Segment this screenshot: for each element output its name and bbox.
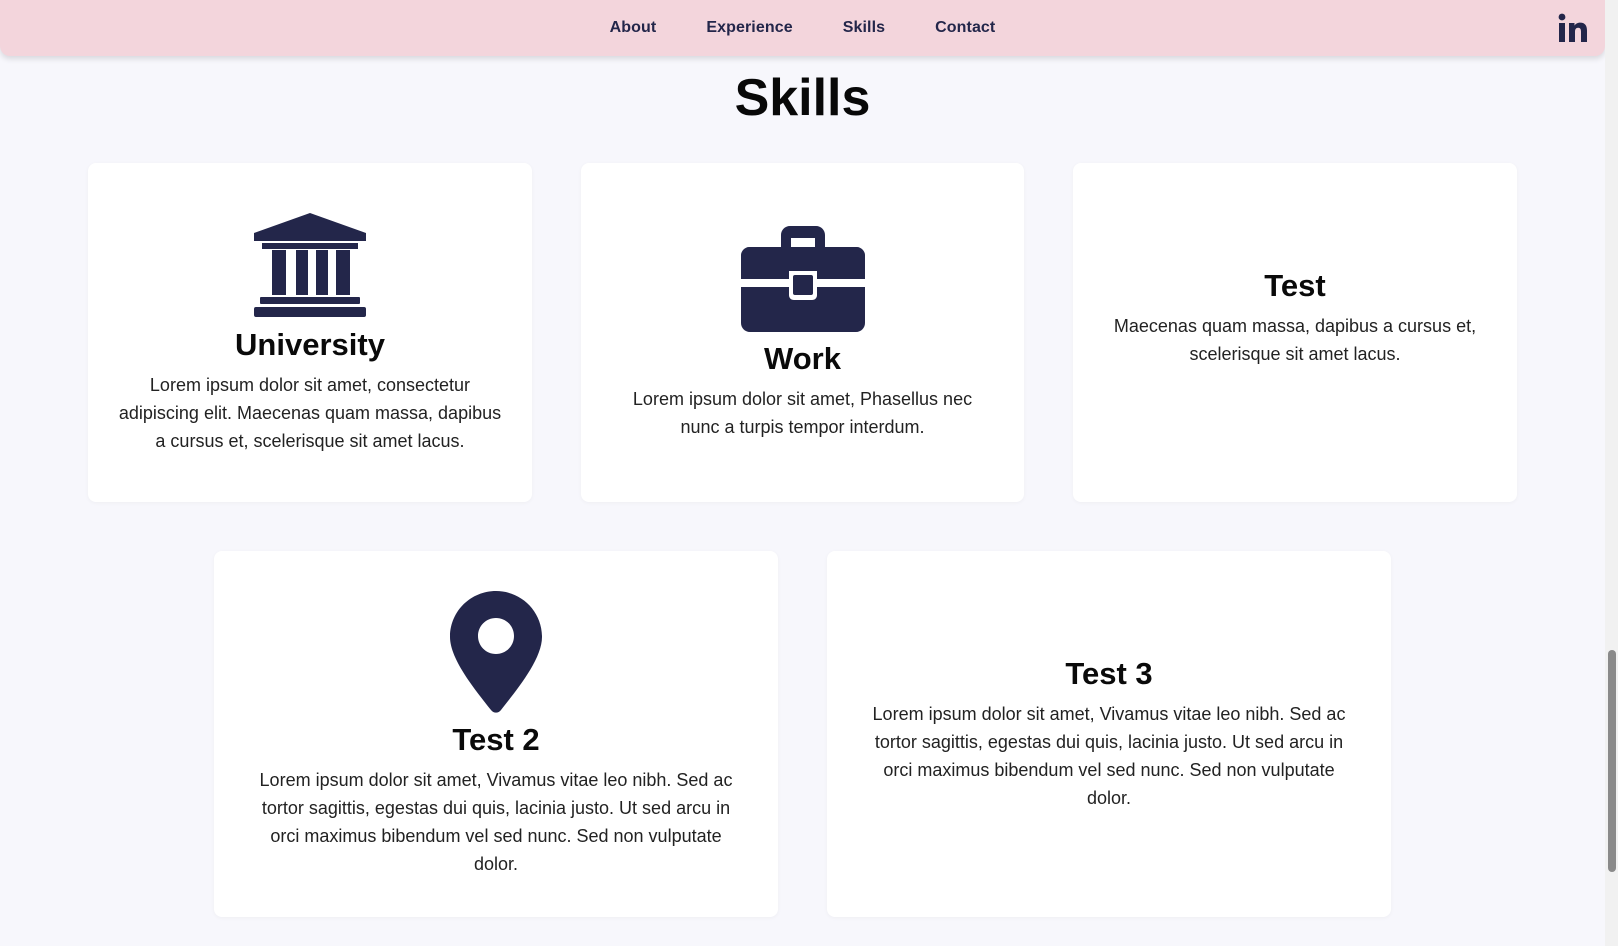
section-title: Skills — [734, 69, 871, 127]
nav-link-experience[interactable]: Experience — [706, 19, 792, 37]
card-title: Test 2 — [452, 722, 540, 757]
card-title: Work — [764, 340, 841, 376]
skill-card-test: Test Maecenas quam massa, dapibus a curs… — [1073, 163, 1517, 502]
vertical-scrollbar[interactable] — [1605, 0, 1618, 946]
nav-link-about[interactable]: About — [610, 19, 657, 37]
card-text: Maecenas quam massa, dapibus a cursus et… — [1113, 315, 1477, 364]
skill-card-test-3: Test 3 Lorem ipsum dolor sit amet, Vivam… — [827, 551, 1391, 917]
skill-card-test-2: Test 2 Lorem ipsum dolor sit amet, Vivam… — [214, 551, 778, 917]
nav-link-skills[interactable]: Skills — [843, 19, 885, 37]
bank-icon — [254, 212, 366, 317]
nav-links: About Experience Skills Contact — [0, 0, 1605, 56]
briefcase-icon — [740, 225, 865, 332]
nav-link-contact[interactable]: Contact — [935, 19, 995, 37]
card-text: Lorem ipsum dolor sit amet, consectetur … — [118, 374, 502, 451]
card-text: Lorem ipsum dolor sit amet, Phasellus ne… — [632, 388, 973, 437]
map-pin-icon — [450, 591, 542, 713]
skill-card-university: University Lorem ipsum dolor sit amet, c… — [88, 163, 532, 502]
top-navbar: About Experience Skills Contact — [0, 0, 1605, 56]
card-text: Lorem ipsum dolor sit amet, Vivamus vita… — [872, 704, 1346, 808]
card-title: Test — [1264, 267, 1326, 303]
page: About Experience Skills Contact Skills U… — [0, 0, 1605, 946]
scrollbar-thumb[interactable] — [1608, 650, 1616, 872]
card-text: Lorem ipsum dolor sit amet, Vivamus vita… — [259, 770, 733, 874]
card-title: Test 3 — [1065, 656, 1153, 691]
card-title: University — [235, 326, 385, 362]
skill-card-work: Work Lorem ipsum dolor sit amet, Phasell… — [581, 163, 1024, 502]
linkedin-icon[interactable] — [1557, 12, 1589, 44]
